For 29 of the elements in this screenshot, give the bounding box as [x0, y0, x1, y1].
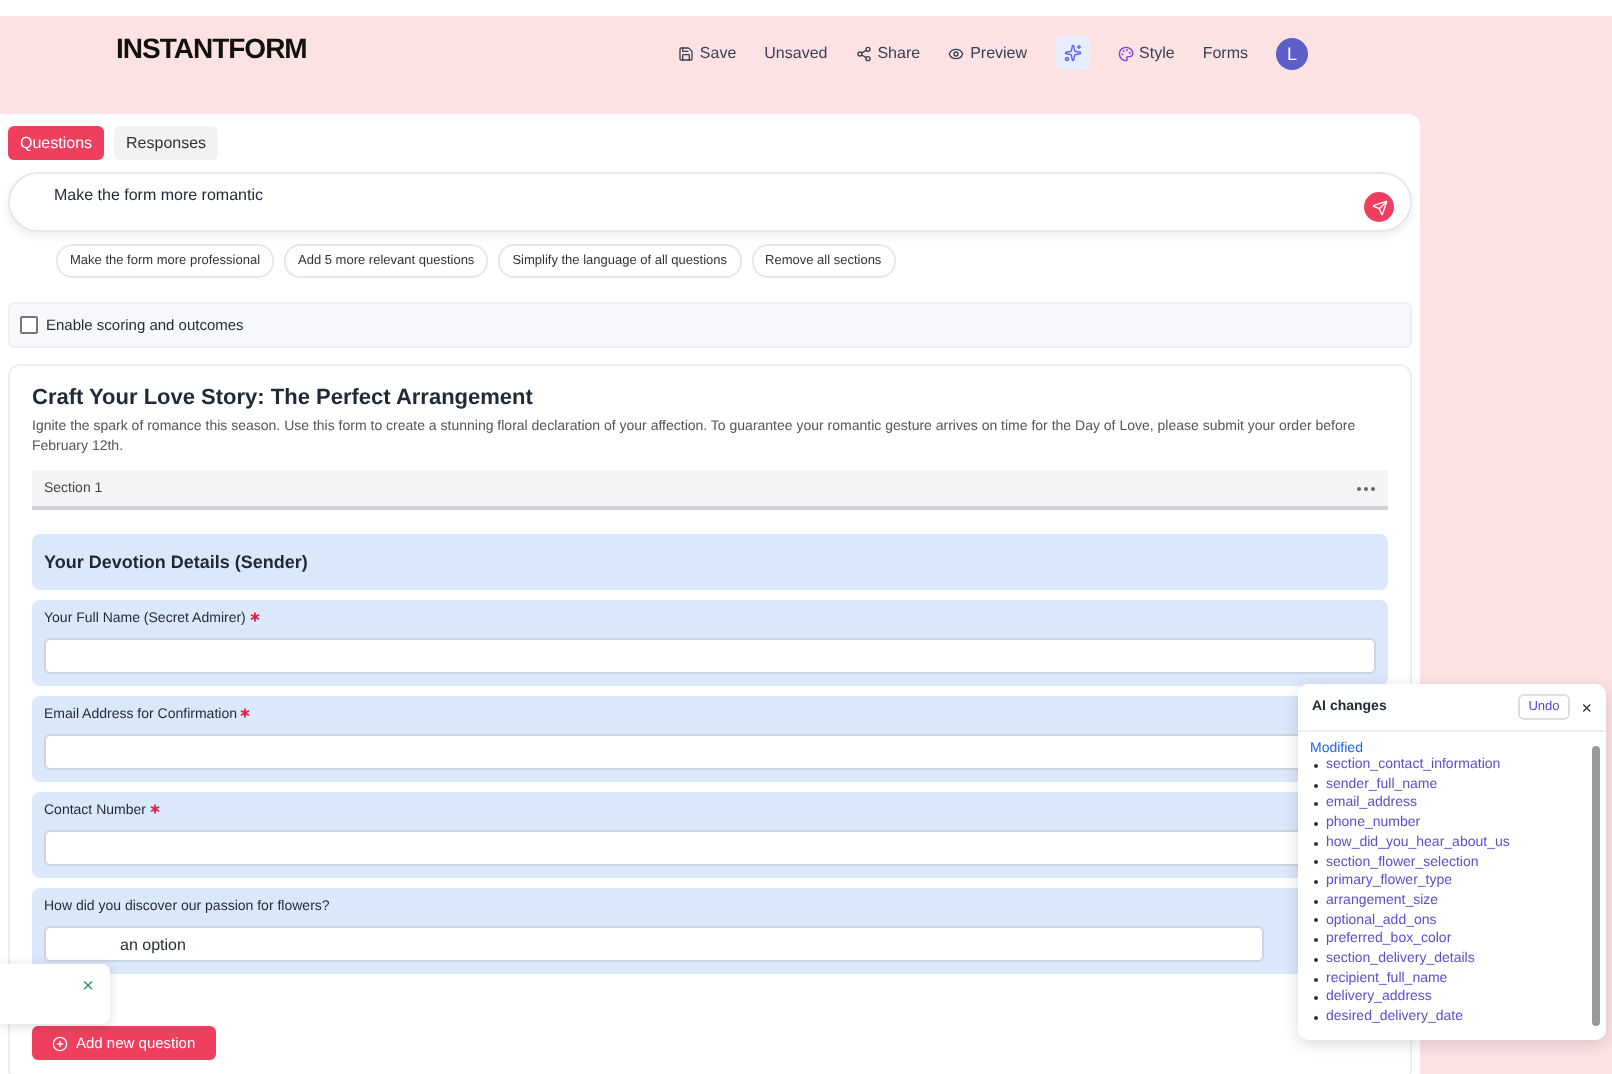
- style-button[interactable]: Style: [1117, 44, 1175, 62]
- send-button[interactable]: [1364, 192, 1394, 222]
- share-icon: [855, 45, 872, 61]
- tab[interactable]: Questions: [8, 126, 105, 160]
- user-avatar[interactable]: L: [1276, 37, 1308, 69]
- forms-button[interactable]: Forms: [1202, 44, 1248, 62]
- save-status: Unsaved: [764, 44, 828, 62]
- input-field[interactable]: [44, 638, 1376, 675]
- close-button[interactable]: ×: [82, 978, 94, 998]
- select-field[interactable]: an option: [44, 926, 1264, 963]
- tab[interactable]: Responses: [114, 126, 219, 160]
- send-icon: [1371, 199, 1387, 215]
- prompt-field[interactable]: Make the form more romantic: [8, 172, 1412, 232]
- save-icon: [677, 45, 694, 61]
- preview-button[interactable]: Preview: [948, 44, 1028, 62]
- sparkles-icon: [1063, 44, 1082, 62]
- share-button[interactable]: Share: [855, 44, 921, 62]
- ai-button[interactable]: [1055, 36, 1090, 70]
- save-button[interactable]: Save: [677, 44, 737, 62]
- scrollbar[interactable]: [1592, 746, 1600, 1026]
- plus-icon: [52, 1035, 68, 1052]
- close-button[interactable]: ×: [1581, 697, 1592, 717]
- logo: INSTANTFORM: [116, 32, 307, 64]
- more-icon[interactable]: [1356, 485, 1376, 492]
- eye-icon: [948, 45, 965, 61]
- palette-icon: [1117, 45, 1134, 61]
- section-heading: Your Devotion Details (Sender): [44, 552, 310, 573]
- form-title: Craft Your Love Story: The Perfect Arrangement: [32, 386, 535, 410]
- scoring-checkbox[interactable]: [20, 316, 38, 334]
